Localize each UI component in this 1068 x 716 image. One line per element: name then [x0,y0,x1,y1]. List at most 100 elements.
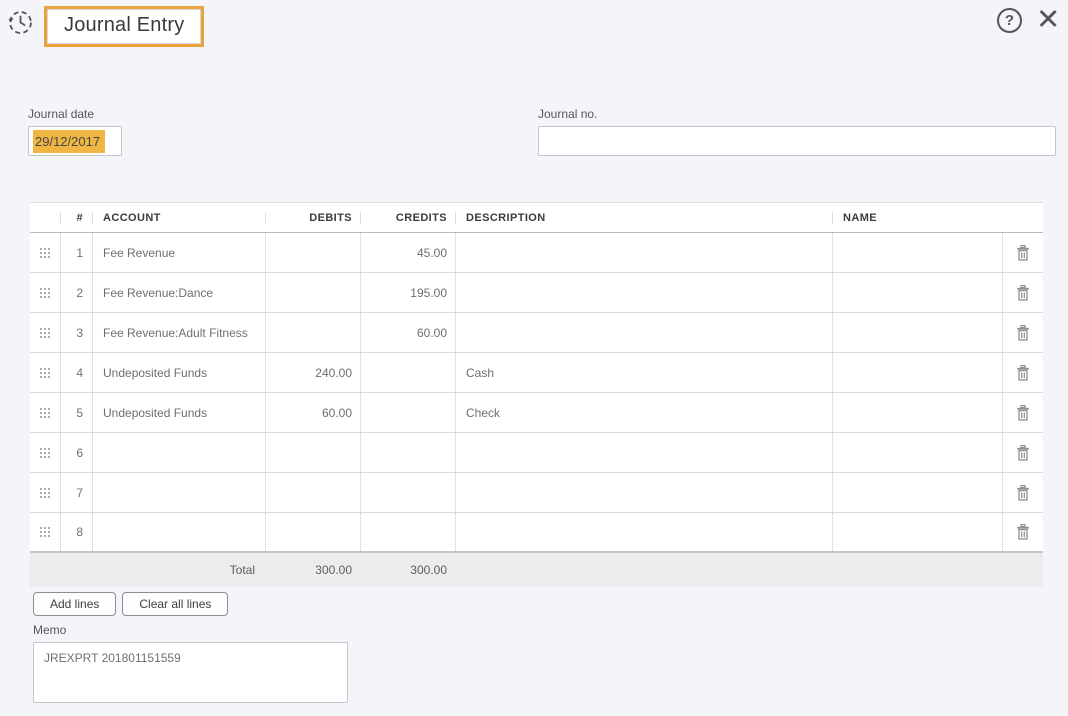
table-header-row: # ACCOUNT DEBITS CREDITS DESCRIPTION NAM… [30,202,1043,233]
account-cell[interactable]: Fee Revenue [92,233,265,272]
name-cell[interactable] [832,313,1002,352]
debits-cell[interactable] [265,473,360,512]
history-clock-icon[interactable] [7,9,34,41]
credits-cell[interactable]: 195.00 [360,273,455,312]
page-title-text: Journal Entry [47,9,202,44]
line-number: 3 [60,313,92,352]
name-cell[interactable] [832,393,1002,432]
trash-icon [1017,484,1029,501]
name-cell[interactable] [832,233,1002,272]
drag-handle[interactable] [30,313,60,352]
drag-handle[interactable] [30,273,60,312]
description-cell[interactable] [455,273,832,312]
delete-line-button[interactable] [1003,273,1043,312]
total-row: Total 300.00 300.00 [30,553,1043,587]
name-cell[interactable] [832,273,1002,312]
drag-handle[interactable] [30,393,60,432]
drag-handle[interactable] [30,353,60,392]
line-number: 8 [60,513,92,551]
trash-icon [1017,444,1029,461]
debits-cell[interactable] [265,513,360,551]
line-number: 5 [60,393,92,432]
description-cell[interactable] [455,233,832,272]
delete-line-button[interactable] [1003,393,1043,432]
account-cell[interactable]: Fee Revenue:Dance [92,273,265,312]
add-lines-button[interactable]: Add lines [33,592,117,616]
journal-line-row: 6 [30,433,1043,473]
journal-date-input[interactable]: 29/12/2017 [28,126,122,156]
close-icon[interactable]: ✕ [1036,4,1060,36]
journal-line-row: 7 [30,473,1043,513]
memo-input[interactable]: JREXPRT 201801151559 [33,642,348,703]
account-cell[interactable] [92,513,265,551]
drag-handle[interactable] [30,513,60,551]
delete-line-button[interactable] [1003,473,1043,512]
description-cell[interactable]: Cash [455,353,832,392]
trash-icon [1017,364,1029,381]
journal-date-value: 29/12/2017 [33,129,106,153]
line-number: 7 [60,473,92,512]
header-debits: DEBITS [265,211,360,224]
line-number: 4 [60,353,92,392]
credits-cell[interactable] [360,353,455,392]
drag-handle[interactable] [30,473,60,512]
name-cell[interactable] [832,473,1002,512]
debits-cell[interactable]: 60.00 [265,393,360,432]
description-cell[interactable] [455,433,832,472]
credits-cell[interactable]: 60.00 [360,313,455,352]
line-number: 6 [60,433,92,472]
total-debits: 300.00 [315,563,352,577]
debits-cell[interactable] [265,273,360,312]
delete-line-button[interactable] [1003,353,1043,392]
delete-line-button[interactable] [1003,233,1043,272]
header-description: DESCRIPTION [455,211,832,224]
trash-icon [1017,524,1029,540]
help-icon[interactable]: ? [997,8,1022,33]
delete-line-button[interactable] [1003,433,1043,472]
delete-line-button[interactable] [1003,513,1043,551]
account-cell[interactable] [92,433,265,472]
journal-no-input[interactable] [538,126,1056,156]
page-title: Journal Entry [44,6,205,47]
credits-cell[interactable] [360,513,455,551]
description-cell[interactable] [455,313,832,352]
journal-line-row: 2 Fee Revenue:Dance 195.00 [30,273,1043,313]
journal-lines-table: # ACCOUNT DEBITS CREDITS DESCRIPTION NAM… [30,202,1043,587]
debits-cell[interactable] [265,433,360,472]
account-cell[interactable]: Fee Revenue:Adult Fitness [92,313,265,352]
credits-cell[interactable]: 45.00 [360,233,455,272]
journal-lines: 1 Fee Revenue 45.00 2 Fee Revenue:Dance … [30,233,1043,553]
account-cell[interactable]: Undeposited Funds [92,353,265,392]
name-cell[interactable] [832,433,1002,472]
line-number: 2 [60,273,92,312]
credits-cell[interactable] [360,393,455,432]
name-cell[interactable] [832,353,1002,392]
delete-line-button[interactable] [1003,313,1043,352]
credits-cell[interactable] [360,433,455,472]
drag-handle[interactable] [30,433,60,472]
journal-no-label: Journal no. [538,107,598,121]
line-number: 1 [60,233,92,272]
name-cell[interactable] [832,513,1002,551]
debits-cell[interactable] [265,233,360,272]
account-cell[interactable] [92,473,265,512]
drag-handle-icon [39,287,51,298]
journal-line-row: 3 Fee Revenue:Adult Fitness 60.00 [30,313,1043,353]
description-cell[interactable]: Check [455,393,832,432]
header-line-number: # [60,211,92,224]
header-name: NAME [832,211,1002,224]
journal-line-row: 8 [30,513,1043,553]
drag-handle-icon [39,526,51,538]
description-cell[interactable] [455,473,832,512]
debits-cell[interactable] [265,313,360,352]
clear-all-lines-button[interactable]: Clear all lines [122,592,229,616]
debits-cell[interactable]: 240.00 [265,353,360,392]
journal-line-row: 1 Fee Revenue 45.00 [30,233,1043,273]
description-cell[interactable] [455,513,832,551]
account-cell[interactable]: Undeposited Funds [92,393,265,432]
header-credits: CREDITS [360,211,455,224]
drag-handle-icon [39,247,51,258]
total-label: Total [229,563,255,577]
drag-handle[interactable] [30,233,60,272]
credits-cell[interactable] [360,473,455,512]
